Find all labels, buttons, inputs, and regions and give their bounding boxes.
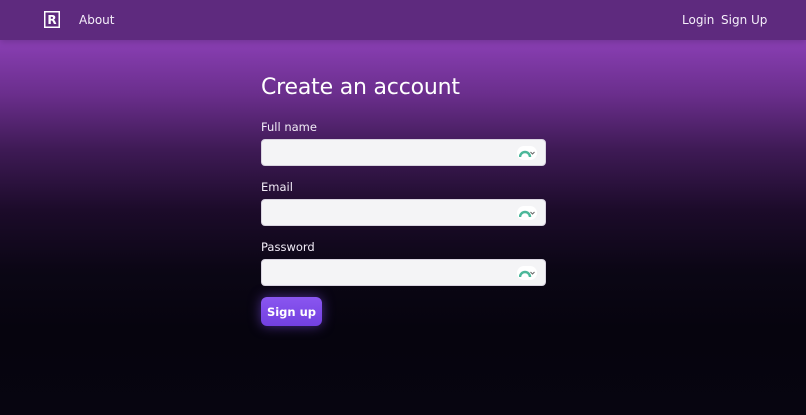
navbar: R About Login Sign Up xyxy=(0,0,806,40)
password-manager-icon[interactable] xyxy=(517,206,537,220)
svg-text:R: R xyxy=(47,13,56,27)
nav-link-login[interactable]: Login xyxy=(682,12,714,28)
password-input[interactable] xyxy=(262,260,545,285)
password-label: Password xyxy=(261,240,315,254)
full-name-label: Full name xyxy=(261,120,317,134)
full-name-input[interactable] xyxy=(262,140,545,165)
page-title: Create an account xyxy=(261,75,460,100)
email-label: Email xyxy=(261,180,293,194)
nav-link-about[interactable]: About xyxy=(79,12,114,28)
password-field[interactable] xyxy=(261,259,546,286)
sign-up-button[interactable]: Sign up xyxy=(261,297,322,326)
signup-form: Create an account Full name Email Passwo… xyxy=(261,74,546,326)
email-input[interactable] xyxy=(262,200,545,225)
password-manager-icon[interactable] xyxy=(517,146,537,160)
password-manager-icon[interactable] xyxy=(517,266,537,280)
nav-link-signup[interactable]: Sign Up xyxy=(721,12,767,28)
full-name-field[interactable] xyxy=(261,139,546,166)
brand-logo-icon[interactable]: R xyxy=(44,11,60,28)
email-field[interactable] xyxy=(261,199,546,226)
